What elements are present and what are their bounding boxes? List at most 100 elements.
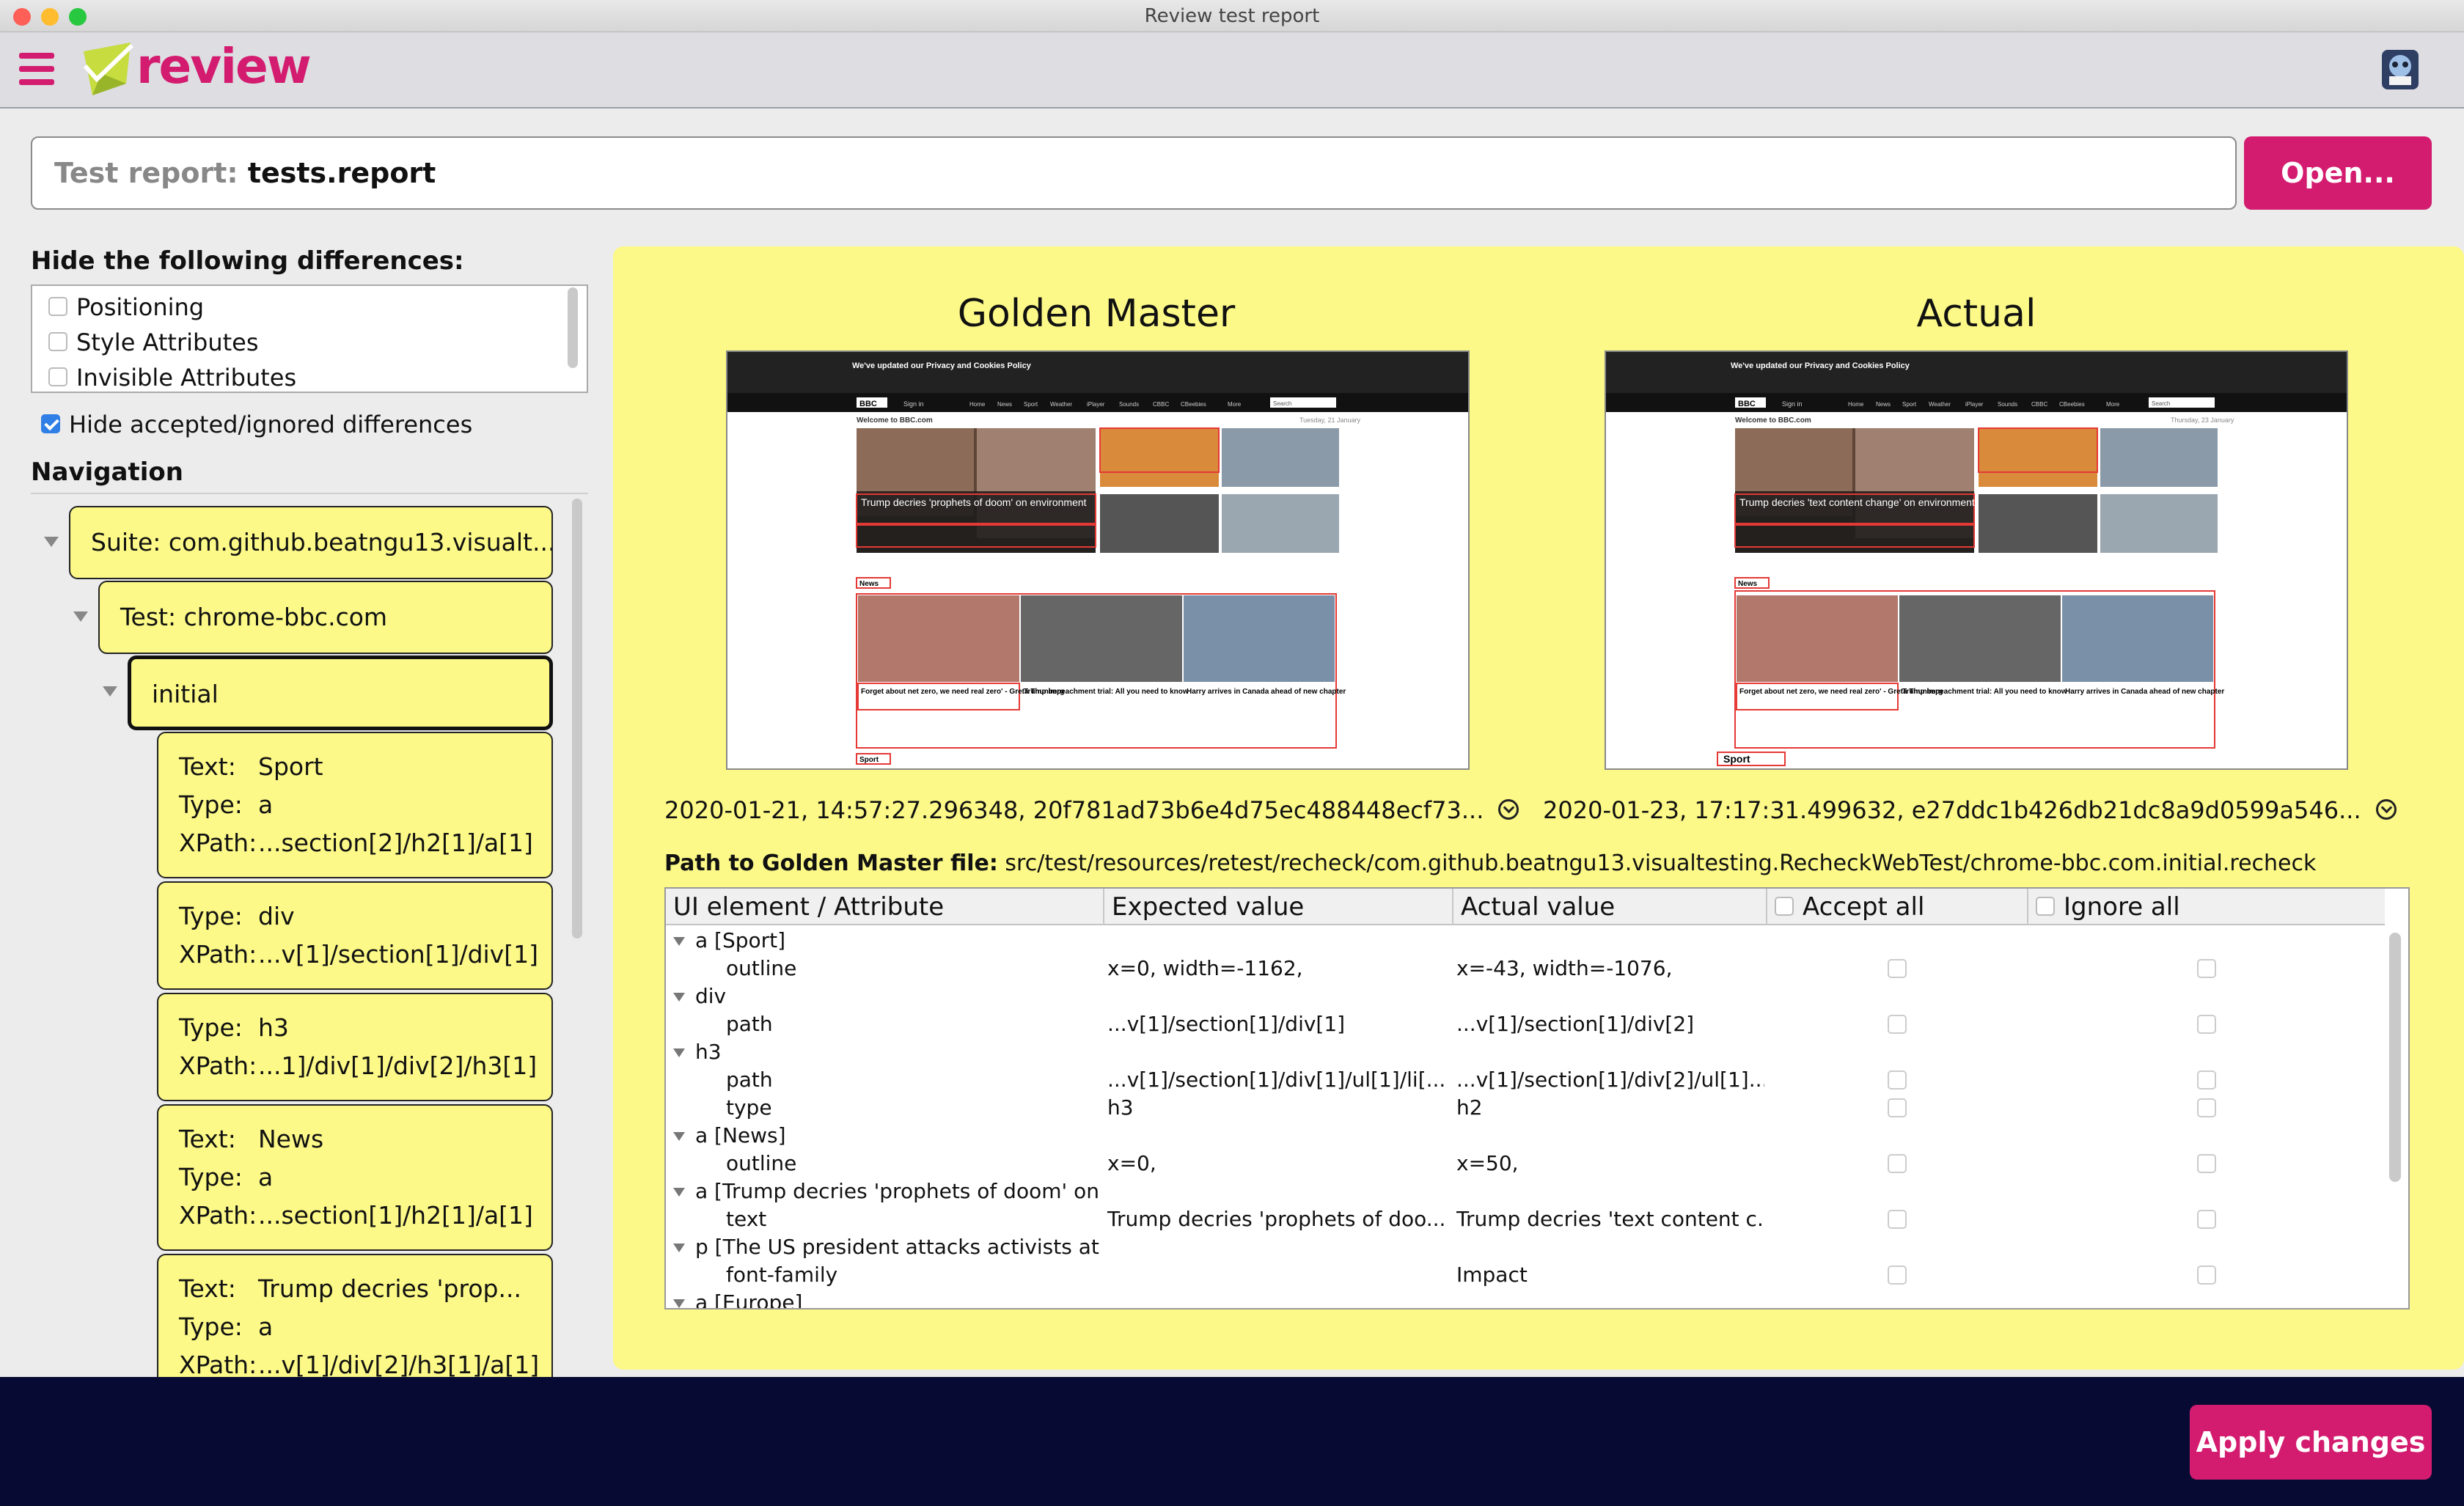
ignore-checkbox[interactable] — [2197, 1015, 2216, 1034]
expand-triangle-icon[interactable] — [673, 1188, 685, 1197]
expand-triangle-icon[interactable] — [673, 1048, 685, 1057]
ignore-all-checkbox[interactable]: Ignore all — [2028, 889, 2385, 925]
expected-value: ...v[1]/section[1]/div[1] — [1107, 1012, 1346, 1036]
user-avatar-icon[interactable] — [2379, 47, 2421, 92]
table-row[interactable]: text Trump decries 'prophets of doo... Tru… — [666, 1205, 2385, 1233]
window-title-bar: Review test report — [0, 0, 2464, 32]
navigation-scrollbar[interactable] — [572, 499, 582, 939]
table-group-row[interactable]: a [News] — [666, 1122, 2385, 1150]
ignore-checkbox[interactable] — [2197, 1098, 2216, 1117]
column-header-actual[interactable]: Actual value — [1453, 889, 1767, 925]
ignore-checkbox[interactable] — [2197, 1154, 2216, 1173]
table-group-row[interactable]: p [The US president attacks activists at… — [666, 1233, 2385, 1261]
table-row[interactable]: outline x=0, x=50, — [666, 1150, 2385, 1178]
filter-positioning[interactable]: Positioning — [48, 290, 204, 324]
tree-node-difference[interactable]: Type: h3 XPath:...1]/div[1]/div[2]/h3[1] — [157, 993, 553, 1101]
filter-invisible-attributes[interactable]: Invisible Attributes — [48, 361, 296, 394]
table-group-row[interactable]: div — [666, 982, 2385, 1010]
expand-triangle-icon[interactable] — [103, 686, 117, 697]
golden-master-title: Golden Master — [957, 292, 1236, 336]
ignore-checkbox[interactable] — [2197, 1210, 2216, 1229]
table-row[interactable]: font-family Impact — [666, 1261, 2385, 1289]
column-header-element[interactable]: UI element / Attribute — [666, 889, 1104, 925]
filter-style-attributes[interactable]: Style Attributes — [48, 326, 259, 359]
bbc-nav-item: iPlayer — [1087, 401, 1105, 408]
attribute-name: text — [726, 1207, 767, 1231]
review-logo-icon — [83, 43, 134, 95]
element-name: p [The US president attacks activists at… — [695, 1235, 1103, 1259]
apply-changes-button[interactable]: Apply changes — [2190, 1405, 2432, 1480]
expand-triangle-icon[interactable] — [673, 937, 685, 946]
attribute-name: font-family — [726, 1263, 838, 1287]
bbc-nav-item: News — [1876, 401, 1891, 408]
expand-triangle-icon[interactable] — [673, 993, 685, 1002]
navigation-tree: Suite: com.github.beatngu13.visualt... T… — [31, 493, 588, 1377]
table-row[interactable]: path ...v[1]/section[1]/div[1] ...v[1]/sec… — [666, 1010, 2385, 1038]
ignore-checkbox[interactable] — [2197, 1266, 2216, 1285]
sign-in-text: Sign in — [903, 400, 924, 408]
actual-value: ...v[1]/section[1]/div[2] — [1456, 1012, 1695, 1036]
expand-triangle-icon[interactable] — [673, 1299, 685, 1308]
bbc-nav-item: News — [997, 401, 1012, 408]
table-row[interactable]: outline x=0, width=-1162, x=-43, width=-10… — [666, 955, 2385, 982]
expand-triangle-icon[interactable] — [673, 1244, 685, 1252]
accept-checkbox[interactable] — [1888, 1015, 1907, 1034]
news-label: News — [1738, 580, 1758, 588]
bbc-nav-item: iPlayer — [1965, 401, 1984, 408]
actual-screenshot[interactable]: We've updated our Privacy and Cookies Po… — [1605, 350, 2348, 770]
table-group-row[interactable]: a [Sport] — [666, 927, 2385, 955]
open-report-button[interactable]: Open... — [2244, 136, 2432, 210]
table-group-row[interactable]: a [Trump decries 'prophets of doom' on e — [666, 1178, 2385, 1205]
ignore-checkbox[interactable] — [2197, 1070, 2216, 1090]
test-report-field[interactable]: Test report: tests.report — [31, 136, 2237, 210]
welcome-text: Welcome to BBC.com — [1735, 416, 1811, 425]
accept-checkbox[interactable] — [1888, 1098, 1907, 1117]
privacy-banner-text: We've updated our Privacy and Cookies Po… — [852, 361, 1032, 370]
accept-checkbox[interactable] — [1888, 1266, 1907, 1285]
actual-value: Impact — [1456, 1263, 1528, 1287]
tree-node-difference[interactable]: Text: Sport Type: a XPath:...section[2]/h2… — [157, 732, 553, 878]
tree-node-check-initial[interactable]: initial — [128, 655, 553, 730]
menu-icon[interactable] — [19, 53, 54, 85]
window-title: Review test report — [1144, 5, 1320, 27]
attribute-name: path — [726, 1068, 773, 1092]
table-group-row[interactable]: a [Europe] — [666, 1289, 2385, 1308]
page-date-text: Tuesday, 21 January — [1299, 416, 1361, 424]
tree-node-suite[interactable]: Suite: com.github.beatngu13.visualt... — [69, 506, 553, 579]
tree-node-difference[interactable]: Text: Trump decries 'prop... Type: a XPath… — [157, 1254, 553, 1377]
accept-checkbox[interactable] — [1888, 959, 1907, 978]
expand-triangle-icon[interactable] — [44, 537, 59, 547]
screenshot-headline: Trump decries 'prophets of doom' on envi… — [861, 496, 1087, 508]
tree-node-difference[interactable]: Text: News Type: a XPath:...section[1]/h2[… — [157, 1104, 553, 1251]
table-scrollbar[interactable] — [2389, 933, 2401, 1182]
golden-master-info: 2020-01-21, 14:57:27.296348, 20f781ad73b… — [664, 796, 1519, 824]
app-logo-text: review — [136, 38, 312, 95]
table-group-row[interactable]: h3 — [666, 1038, 2385, 1066]
tree-node-difference[interactable]: Type: div XPath:...v[1]/section[1]/div[1] — [157, 881, 553, 990]
column-header-expected[interactable]: Expected value — [1104, 889, 1453, 925]
story-text: Harry arrives in Canada ahead of new cha… — [1187, 688, 1346, 696]
news-label: News — [859, 580, 879, 588]
accept-checkbox[interactable] — [1888, 1210, 1907, 1229]
actual-value: x=50, — [1456, 1151, 1519, 1175]
golden-master-screenshot[interactable]: We've updated our Privacy and Cookies Po… — [726, 350, 1470, 770]
chevron-down-icon[interactable] — [2375, 799, 2397, 820]
accept-checkbox[interactable] — [1888, 1070, 1907, 1090]
bbc-nav-item: Sport — [1902, 401, 1917, 408]
hide-accepted-checkbox[interactable]: Hide accepted/ignored differences — [41, 409, 472, 440]
table-row[interactable]: type h3 h2 — [666, 1094, 2385, 1122]
table-row[interactable]: path ...v[1]/section[1]/div[1]/ul[1]/li[.… — [666, 1066, 2385, 1094]
expand-triangle-icon[interactable] — [673, 1132, 685, 1141]
checkbox-icon — [2036, 896, 2055, 916]
chevron-down-icon[interactable] — [1498, 799, 1519, 820]
filters-scrollbar[interactable] — [568, 287, 578, 368]
expected-value: h3 — [1107, 1095, 1134, 1120]
expand-triangle-icon[interactable] — [73, 611, 88, 622]
ignore-checkbox[interactable] — [2197, 959, 2216, 978]
test-report-value: tests.report — [247, 157, 436, 189]
story-text: Trump impeachment trial: All you need to… — [1902, 688, 2067, 696]
bbc-logo-text: BBC — [1738, 400, 1756, 408]
accept-all-checkbox[interactable]: Accept all — [1767, 889, 2028, 925]
accept-checkbox[interactable] — [1888, 1154, 1907, 1173]
tree-node-test[interactable]: Test: chrome-bbc.com — [98, 581, 553, 654]
